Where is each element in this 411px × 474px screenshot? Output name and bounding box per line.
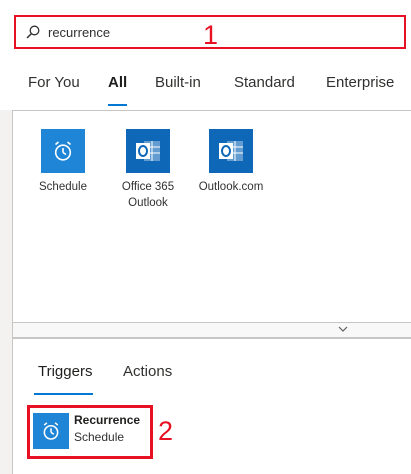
trigger-connector-name: Schedule xyxy=(74,430,125,444)
annotation-number-1: 1 xyxy=(203,20,219,50)
outlook-icon xyxy=(136,141,160,161)
search-area: recurrence 1 xyxy=(0,0,411,64)
active-results-tab-indicator xyxy=(34,393,93,395)
tab-for-you[interactable]: For You xyxy=(28,74,80,91)
trigger-name: Recurrence xyxy=(74,413,141,427)
tab-enterprise[interactable]: Enterprise xyxy=(326,74,394,91)
search-icon xyxy=(26,25,40,39)
recurrence-tile xyxy=(33,413,69,449)
chevron-down-icon[interactable] xyxy=(338,325,348,333)
tab-triggers[interactable]: Triggers xyxy=(38,363,92,380)
expand-connectors-bar[interactable] xyxy=(12,322,411,338)
connector-label: Office 365 Outlook xyxy=(121,181,175,209)
tab-all[interactable]: All xyxy=(108,74,127,91)
connector-office-365-outlook[interactable]: Office 365 Outlook xyxy=(113,129,183,211)
active-tab-indicator xyxy=(108,104,127,106)
schedule-tile xyxy=(41,129,85,173)
search-value[interactable]: recurrence xyxy=(48,25,110,40)
alarm-clock-icon xyxy=(54,141,72,161)
connector-label: Outlook.com xyxy=(198,181,264,193)
connector-label: Schedule xyxy=(39,181,87,193)
office-365-outlook-tile xyxy=(126,129,170,173)
annotation-number-2: 2 xyxy=(158,416,174,446)
trigger-item-recurrence[interactable]: Recurrence Schedule xyxy=(27,405,153,459)
connectors-panel: Schedule Office 365 Outlook Outlook.com xyxy=(12,110,411,323)
outlook-icon xyxy=(219,141,243,161)
tab-standard[interactable]: Standard xyxy=(234,74,295,91)
results-panel: Triggers Actions Recurrence Schedule xyxy=(12,338,411,474)
tab-built-in[interactable]: Built-in xyxy=(155,74,201,91)
alarm-clock-icon xyxy=(43,422,59,440)
outlook-com-tile xyxy=(209,129,253,173)
connector-schedule[interactable]: Schedule xyxy=(28,129,98,195)
category-tabs: For You All Built-in Standard Enterprise xyxy=(0,64,411,110)
connector-outlook-com[interactable]: Outlook.com xyxy=(196,129,266,195)
tab-actions[interactable]: Actions xyxy=(123,363,172,380)
